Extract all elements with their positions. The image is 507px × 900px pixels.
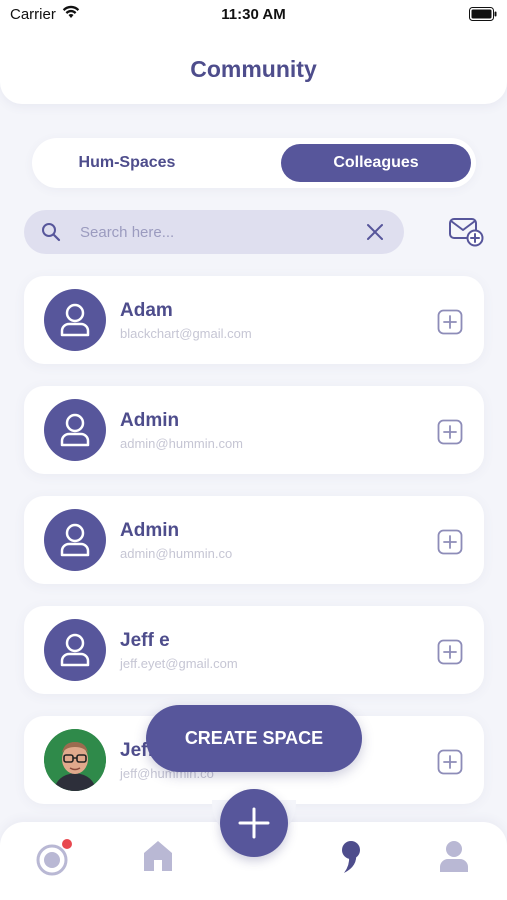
contact-email: blackchart@gmail.com — [120, 326, 252, 341]
add-contact-icon[interactable] — [437, 749, 463, 780]
avatar — [44, 509, 106, 571]
search-icon — [41, 222, 61, 247]
battery-icon — [469, 7, 497, 26]
search-input[interactable] — [80, 220, 350, 244]
default-user-icon — [60, 303, 90, 337]
profile-icon — [440, 841, 468, 872]
close-icon[interactable] — [366, 223, 384, 246]
nav-item-profile[interactable] — [437, 838, 471, 879]
contact-email: jeff.eyet@gmail.com — [120, 656, 238, 671]
contact-name: Jeff e — [120, 630, 170, 651]
nav-item-activity[interactable] — [34, 838, 74, 883]
nav-item-community[interactable] — [338, 838, 364, 881]
status-bar: Carrier 11:30 AM — [0, 0, 507, 28]
add-contact-icon[interactable] — [437, 529, 463, 560]
clock: 11:30 AM — [221, 6, 286, 23]
default-user-icon — [60, 523, 90, 557]
plus-icon — [238, 807, 270, 839]
default-user-icon — [60, 413, 90, 447]
tab-switcher: Hum-Spaces Colleagues — [32, 138, 476, 188]
avatar-photo — [44, 729, 106, 791]
contact-name: Adam — [120, 300, 173, 321]
contact-email: admin@hummin.co — [120, 546, 233, 561]
search-bar — [24, 210, 404, 254]
comma-icon — [342, 841, 360, 873]
list-item[interactable]: Jeff e jeff.eyet@gmail.com — [24, 606, 484, 694]
avatar — [44, 619, 106, 681]
add-contact-icon[interactable] — [437, 419, 463, 450]
list-item[interactable]: Admin admin@hummin.co — [24, 496, 484, 584]
avatar — [44, 399, 106, 461]
page-title: Community — [190, 56, 317, 82]
person-photo-icon — [44, 729, 106, 791]
tab-hum-spaces[interactable]: Hum-Spaces — [32, 144, 222, 182]
contact-email: admin@hummin.com — [120, 436, 244, 451]
mail-add-icon[interactable] — [448, 216, 486, 253]
list-item[interactable]: Adam blackchart@gmail.com — [24, 276, 484, 364]
create-space-button[interactable]: CREATE SPACE — [146, 705, 362, 772]
add-contact-icon[interactable] — [437, 309, 463, 340]
avatar — [44, 289, 106, 351]
contact-name: Admin — [120, 410, 180, 431]
list-item[interactable]: Admin admin@hummin.com — [24, 386, 484, 474]
add-contact-icon[interactable] — [437, 639, 463, 670]
add-button[interactable] — [220, 789, 288, 857]
default-user-icon — [60, 633, 90, 667]
contact-name: Admin — [120, 520, 180, 541]
tab-colleagues[interactable]: Colleagues — [281, 144, 471, 182]
activity-icon — [36, 839, 72, 876]
nav-item-home[interactable] — [141, 838, 175, 879]
home-icon — [144, 841, 172, 871]
